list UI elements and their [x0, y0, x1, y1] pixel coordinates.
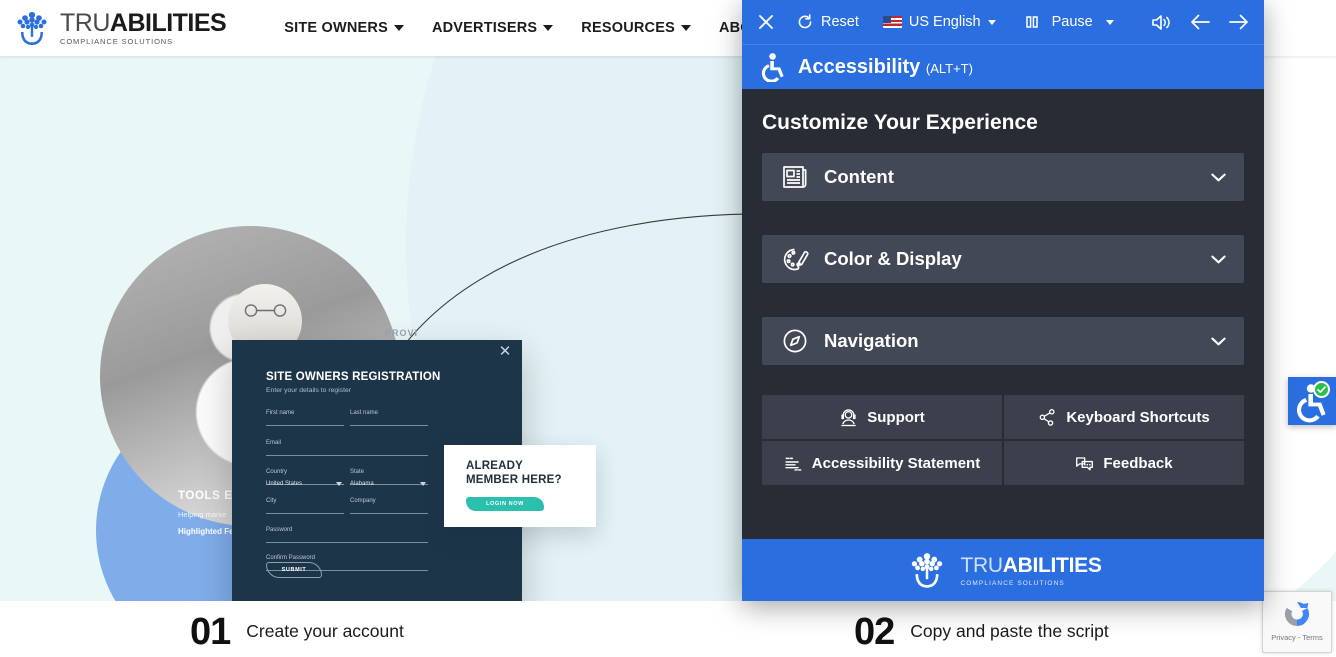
accessibility-footer-brand: TRUABILITIES COMPLIANCE SOLUTIONS	[960, 554, 1101, 587]
reset-label: Reset	[821, 14, 859, 30]
login-now-button[interactable]: LOGIN NOW	[466, 496, 544, 511]
brand-tagline: COMPLIANCE SOLUTIONS	[60, 36, 174, 46]
accordion-color-display[interactable]: Color & Display	[762, 235, 1244, 283]
field-password[interactable]: Password	[266, 527, 428, 543]
volume-icon[interactable]	[1151, 13, 1172, 32]
field-email[interactable]: Email	[266, 440, 428, 456]
chevron-down-icon	[987, 19, 996, 25]
arrow-left-icon[interactable]	[1189, 13, 1211, 31]
accordion-navigation-label: Navigation	[824, 330, 919, 351]
already-member-line2: MEMBER HERE?	[466, 474, 562, 487]
chevron-down-icon	[420, 482, 426, 486]
nav-item-advertisers[interactable]: ADVERTISERS	[432, 20, 554, 36]
reset-button[interactable]: Reset	[796, 13, 859, 31]
close-icon	[759, 15, 773, 29]
accessibility-panel: Reset US English Pause Accessibility (AL…	[742, 0, 1264, 601]
keyboard-shortcuts-button[interactable]: Keyboard Shortcuts	[1004, 395, 1244, 439]
support-label: Support	[867, 408, 925, 426]
brand-word1: TRU	[60, 8, 110, 37]
language-selector[interactable]: US English	[882, 14, 996, 30]
accessibility-footer: TRUABILITIES COMPLIANCE SOLUTIONS	[742, 539, 1264, 601]
chevron-down-icon	[1211, 337, 1226, 345]
step-02: 02 Copy and paste the script	[854, 611, 1109, 653]
arrow-right-icon[interactable]	[1228, 13, 1250, 31]
close-button[interactable]	[756, 12, 776, 32]
check-icon	[1313, 381, 1330, 398]
chevron-down-icon	[543, 25, 554, 31]
registration-subtitle: Enter your details to register	[266, 387, 352, 394]
keyboard-shortcuts-label: Keyboard Shortcuts	[1066, 408, 1210, 426]
palette-icon	[783, 248, 809, 271]
chevron-down-icon	[680, 25, 691, 31]
chevron-down-icon	[1211, 255, 1226, 263]
nav-item-site-owners[interactable]: SITE OWNERS	[284, 20, 404, 36]
feedback-button[interactable]: Feedback	[1004, 441, 1244, 485]
support-agent-icon	[841, 408, 856, 426]
accordion-color-display-label: Color & Display	[824, 248, 962, 269]
step-01-text: Create your account	[246, 621, 404, 641]
support-button[interactable]: Support	[762, 395, 1002, 439]
accessibility-title: Accessibility (ALT+T)	[798, 55, 973, 78]
step-02-text: Copy and paste the script	[910, 621, 1109, 641]
provide-label: PROVI	[385, 328, 419, 338]
feedback-label: Feedback	[1103, 454, 1173, 472]
newspaper-icon	[783, 166, 807, 188]
glasses-icon	[244, 304, 287, 317]
footer-brand-word2: ABILITIES	[1002, 553, 1102, 577]
wheelchair-icon	[761, 53, 784, 82]
chevron-down-icon	[1105, 19, 1114, 25]
accessibility-title-bar: Accessibility (ALT+T)	[742, 44, 1264, 89]
footer-brand-tagline: COMPLIANCE SOLUTIONS	[960, 579, 1065, 587]
recaptcha-icon	[1284, 602, 1310, 626]
nav-item-resources[interactable]: RESOURCES	[581, 20, 691, 36]
site-logo[interactable]: TRUABILITIES COMPLIANCE SOLUTIONS	[10, 7, 227, 49]
recaptcha-text: Privacy - Terms	[1271, 633, 1323, 642]
field-state[interactable]: State Alabama	[350, 469, 428, 491]
accordion-content[interactable]: Content	[762, 153, 1244, 201]
us-flag-icon	[882, 16, 902, 28]
footer-brand-word1: TRU	[960, 553, 1003, 577]
field-last-name[interactable]: Last name	[350, 410, 428, 426]
accessibility-toolbar: Reset US English Pause	[742, 0, 1264, 44]
compass-icon	[783, 329, 807, 353]
accessibility-action-buttons: Support Keyboard Shortcuts Accessibility…	[762, 395, 1244, 485]
chevron-down-icon	[393, 25, 404, 31]
field-first-name[interactable]: First name	[266, 410, 344, 426]
step-01: 01 Create your account	[190, 611, 404, 653]
accessibility-shortcut: (ALT+T)	[925, 60, 973, 76]
close-icon[interactable]: ✕	[498, 344, 512, 359]
step-01-number: 01	[190, 611, 231, 653]
accessibility-body: Customize Your Experience Content Color …	[742, 89, 1264, 539]
share-nodes-icon	[1039, 408, 1055, 426]
panel-heading: Customize Your Experience	[762, 111, 1038, 134]
field-city[interactable]: City	[266, 498, 344, 514]
field-country[interactable]: Country United States	[266, 469, 344, 491]
truabilities-tree-icon	[912, 553, 943, 588]
language-label: US English	[908, 14, 981, 30]
accordion-navigation[interactable]: Navigation	[762, 317, 1244, 365]
truabilities-tree-icon	[17, 11, 47, 45]
accordion-content-label: Content	[824, 166, 894, 187]
site-logo-text: TRUABILITIES COMPLIANCE SOLUTIONS	[60, 8, 227, 46]
reset-icon	[798, 14, 812, 29]
already-member-card: ALREADY MEMBER HERE? LOGIN NOW	[444, 445, 596, 527]
already-member-line1: ALREADY	[466, 460, 523, 472]
pause-label: Pause	[1051, 14, 1093, 30]
pause-icon	[1025, 16, 1038, 28]
chevron-down-icon	[1211, 173, 1226, 181]
brand-word2: ABILITIES	[109, 8, 227, 37]
accessibility-statement-button[interactable]: Accessibility Statement	[762, 441, 1002, 485]
chevron-down-icon	[336, 482, 342, 486]
toolbar-right-controls	[1151, 13, 1250, 32]
registration-title: SITE OWNERS REGISTRATION	[266, 371, 441, 383]
feedback-icon	[1076, 456, 1094, 470]
pause-button[interactable]: Pause	[1024, 14, 1114, 30]
field-company[interactable]: Company	[350, 498, 428, 514]
submit-button[interactable]: SUBMIT	[266, 562, 322, 578]
statement-icon	[785, 457, 802, 471]
accessibility-statement-label: Accessibility Statement	[811, 454, 981, 472]
step-02-number: 02	[854, 611, 895, 653]
recaptcha-badge[interactable]: Privacy - Terms	[1262, 591, 1332, 653]
